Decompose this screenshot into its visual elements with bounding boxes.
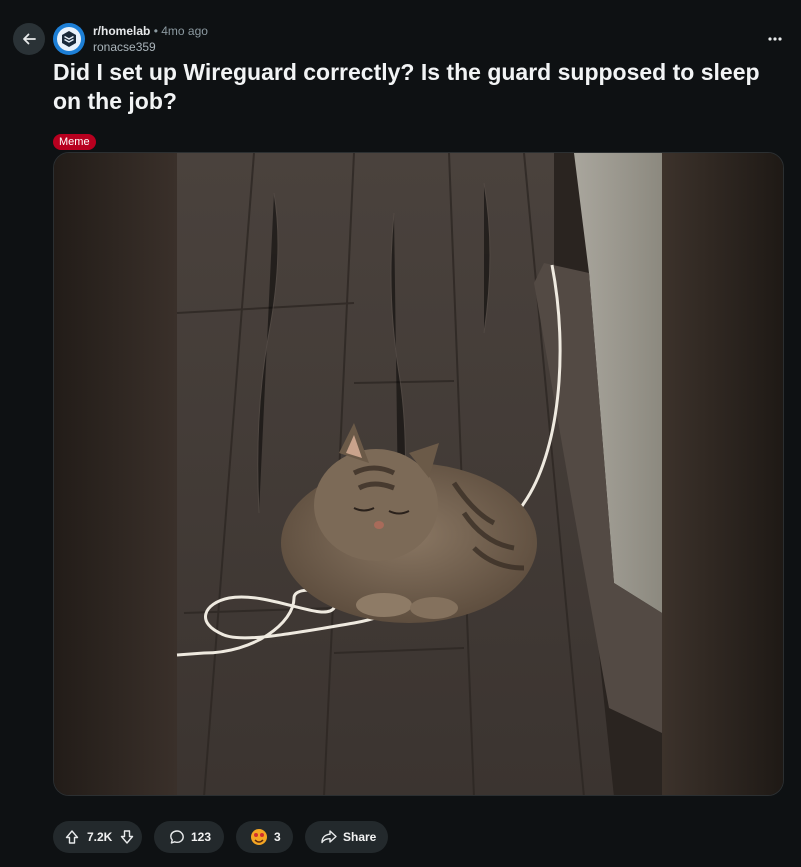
more-options-button[interactable] (760, 25, 790, 53)
arrow-down-icon (121, 830, 134, 844)
subreddit-avatar[interactable] (53, 23, 85, 55)
downvote-button[interactable] (116, 829, 138, 845)
author-link[interactable]: ronacse359 (93, 40, 208, 55)
vote-control: 7.2K (53, 821, 142, 853)
award-icon (248, 827, 270, 847)
award-button[interactable]: 3 (236, 821, 293, 853)
share-label: Share (343, 830, 377, 844)
cat-photo (54, 153, 783, 795)
homelab-logo-icon (57, 27, 81, 51)
subreddit-link[interactable]: r/homelab (93, 24, 150, 38)
meta-separator: • (153, 24, 158, 38)
share-button[interactable]: Share (305, 821, 388, 853)
arrow-up-icon (65, 830, 79, 844)
vote-count: 7.2K (87, 830, 113, 844)
post-image[interactable] (53, 152, 784, 796)
speech-bubble-icon (167, 829, 187, 845)
arrow-left-icon (23, 33, 36, 45)
comments-button[interactable]: 123 (154, 821, 224, 853)
post-meta: r/homelab • 4mo ago ronacse359 (93, 24, 208, 55)
post-age: 4mo ago (161, 24, 208, 38)
post-flair[interactable]: Meme (53, 134, 96, 150)
comment-count: 123 (191, 830, 212, 844)
share-arrow-icon (319, 829, 339, 845)
post-title: Did I set up Wireguard correctly? Is the… (53, 59, 760, 114)
award-count: 3 (274, 830, 281, 844)
upvote-button[interactable] (61, 829, 83, 845)
back-button[interactable] (13, 23, 45, 55)
ellipsis-icon (768, 37, 782, 41)
